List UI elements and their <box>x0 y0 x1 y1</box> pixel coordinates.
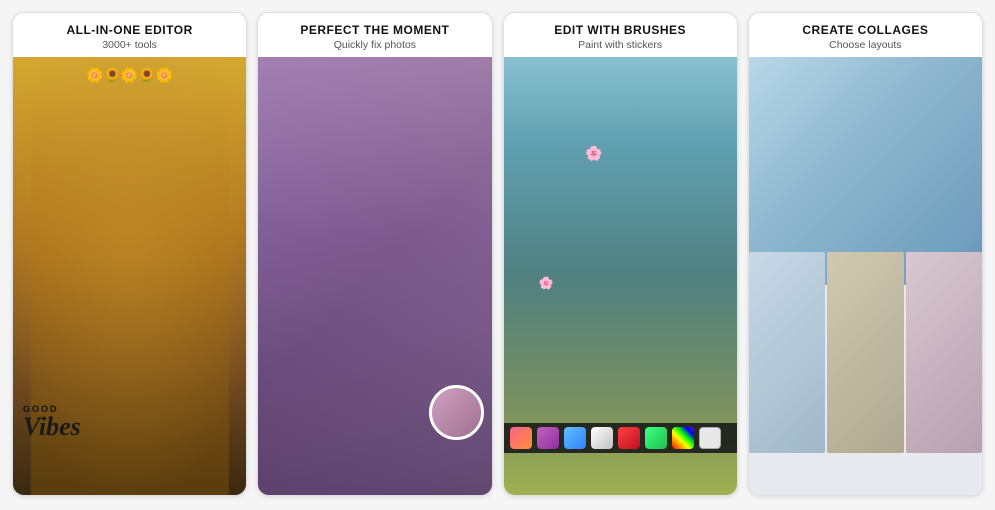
collage-strip <box>749 252 982 453</box>
card4-header: CREATE COLLAGES Choose layouts <box>749 13 982 57</box>
brush-swatch-4[interactable] <box>591 427 613 449</box>
flower-crown-decoration: 🌼🌻🌼🌻🌼 <box>86 67 173 84</box>
card1-header: ALL-IN-ONE EDITOR 3000+ tools <box>13 13 246 57</box>
card4-title: CREATE COLLAGES <box>757 23 974 37</box>
card3-subtitle: Paint with stickers <box>512 39 729 51</box>
card-collages: CREATE COLLAGES Choose layouts INSTA SQU… <box>748 12 983 496</box>
card2-title: PERFECT THE MOMENT <box>266 23 483 37</box>
brush-swatch-6[interactable] <box>645 427 667 449</box>
vibes-text: Vibes <box>23 412 81 441</box>
brush-swatch-rainbow[interactable] <box>672 427 694 449</box>
sticker-flowers-2: 🌸 <box>538 276 553 290</box>
card1-photo: 🌼🌻🌼🌻🌼 GOOD Vibes <box>13 57 246 495</box>
card2-photo <box>258 57 491 495</box>
brush-swatch-3[interactable] <box>564 427 586 449</box>
card2-subtitle: Quickly fix photos <box>266 39 483 51</box>
collage-cell-1 <box>749 252 825 453</box>
brush-swatch-erase[interactable] <box>699 427 721 449</box>
collage-cell-3 <box>906 252 982 453</box>
card4-image: INSTA SQUARE INSTA PORTRAIT STORY FB PO.… <box>749 57 982 495</box>
card1-title: ALL-IN-ONE EDITOR <box>21 23 238 37</box>
sticker-flowers-1: 🌸 <box>585 145 602 162</box>
card-brushes: EDIT WITH BRUSHES Paint with stickers 🌸 … <box>503 12 738 496</box>
circle-inset-portrait <box>429 385 484 440</box>
card1-subtitle: 3000+ tools <box>21 39 238 51</box>
card2-image: 〜 Smooth ◎ Face Fix ◈ Details ✦ Blemish … <box>258 57 491 495</box>
card3-image: 🌸 🌸 ⊙ ⊚ <box>504 57 737 495</box>
app-container: ALL-IN-ONE EDITOR 3000+ tools 🌼🌻🌼🌻🌼 GOOD… <box>0 0 995 510</box>
card4-photo <box>749 57 982 495</box>
card3-photo: 🌸 🌸 <box>504 57 737 495</box>
brush-swatch-1[interactable] <box>510 427 532 449</box>
card1-overlay-text: GOOD Vibes <box>23 404 81 440</box>
brush-swatch-2[interactable] <box>537 427 559 449</box>
card4-subtitle: Choose layouts <box>757 39 974 51</box>
card3-title: EDIT WITH BRUSHES <box>512 23 729 37</box>
card2-header: PERFECT THE MOMENT Quickly fix photos <box>258 13 491 57</box>
brush-palette-bar <box>504 423 737 453</box>
card3-header: EDIT WITH BRUSHES Paint with stickers <box>504 13 737 57</box>
card-editor: ALL-IN-ONE EDITOR 3000+ tools 🌼🌻🌼🌻🌼 GOOD… <box>12 12 247 496</box>
collage-cell-2 <box>827 252 903 453</box>
brush-swatch-5[interactable] <box>618 427 640 449</box>
card-moment: PERFECT THE MOMENT Quickly fix photos 〜 … <box>257 12 492 496</box>
card1-image: 🌼🌻🌼🌻🌼 GOOD Vibes ⭐ Gold ⊞ Tools fx <box>13 57 246 495</box>
